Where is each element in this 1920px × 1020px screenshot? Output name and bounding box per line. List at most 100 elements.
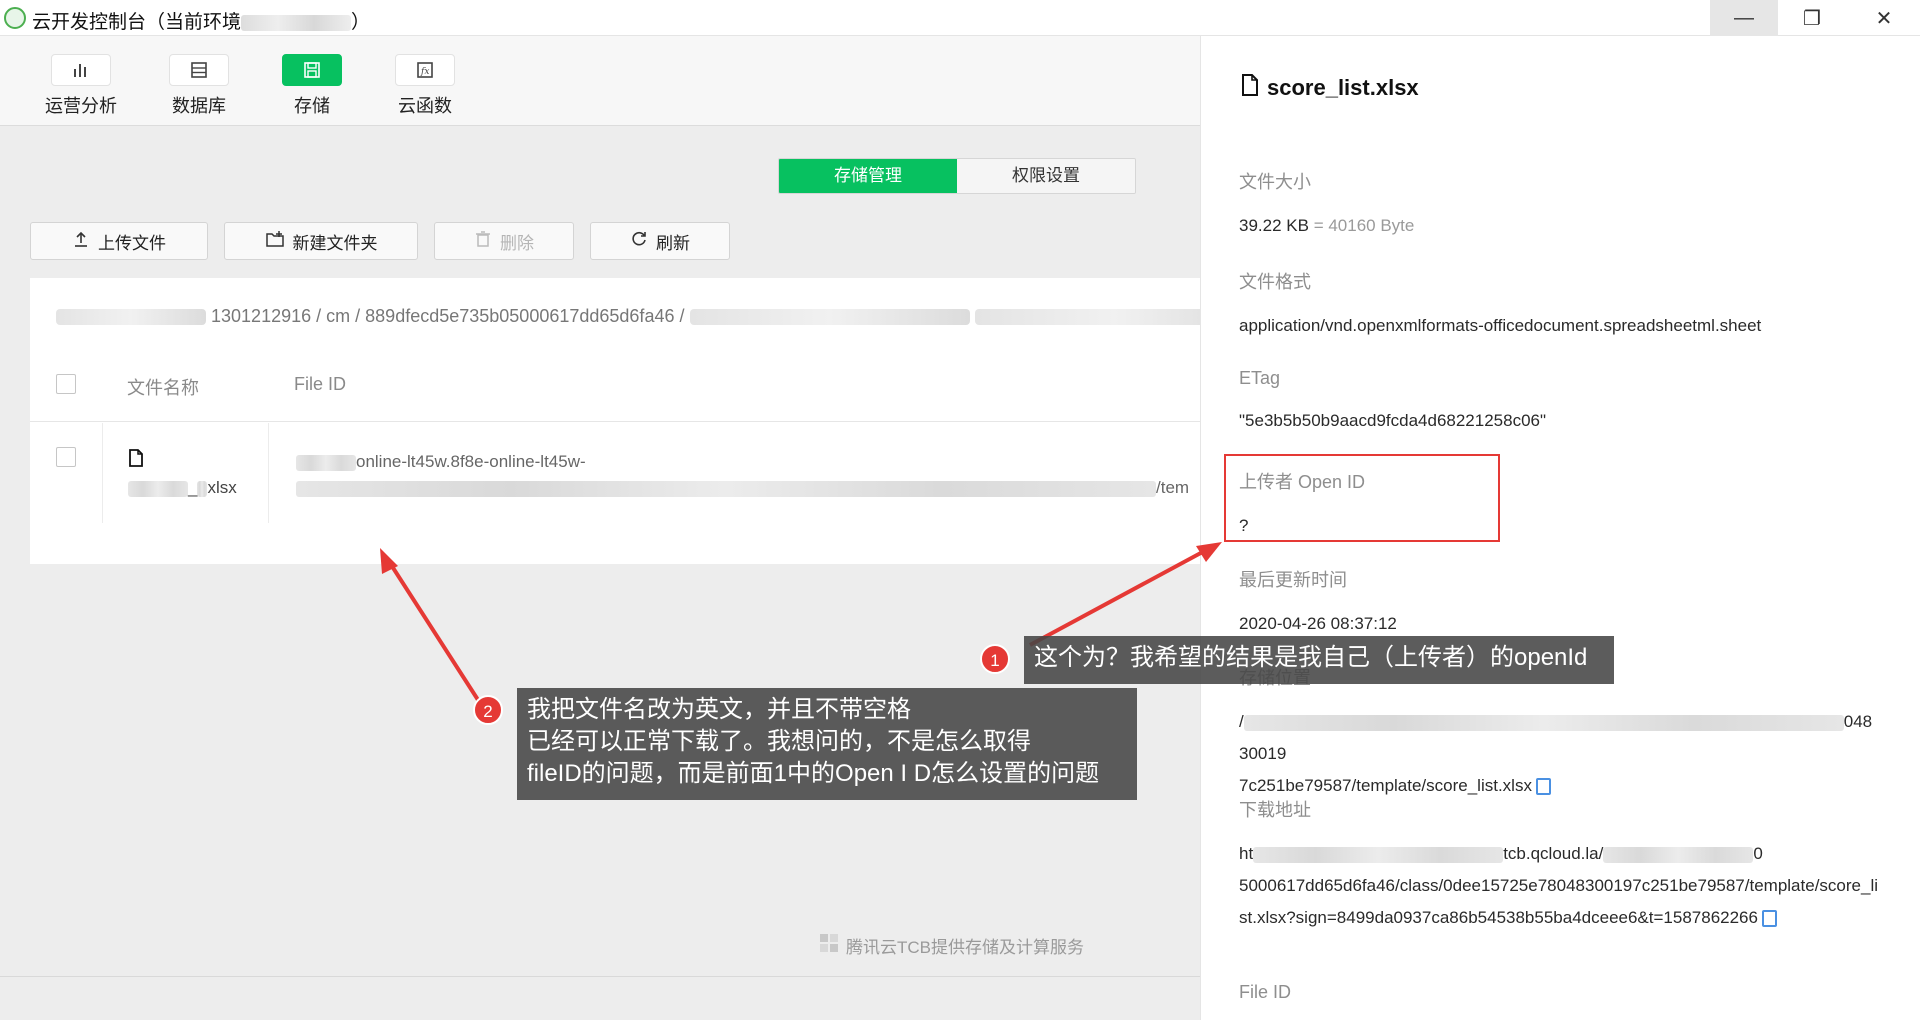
annotation-badge-2: 2: [473, 695, 503, 725]
tencent-cloud-logo-icon: [818, 932, 840, 959]
select-all-checkbox[interactable]: [56, 374, 76, 394]
highlight-box: [1224, 454, 1500, 542]
toolbar-label: 数据库: [172, 96, 226, 116]
download-part: tcb.qcloud.la/: [1503, 844, 1604, 863]
chart-icon: [51, 54, 111, 86]
annotation-text: 我把文件名改为英文，并且不带空格: [527, 696, 911, 723]
download-part: 5000617dd65d6fa46/class/0dee15725e780483…: [1239, 876, 1878, 927]
redacted-text: [197, 480, 208, 497]
refresh-icon: [630, 230, 648, 253]
format-label: 文件格式: [1239, 272, 1311, 292]
updated-field: 最后更新时间 2020-04-26 08:37:12: [1239, 566, 1879, 640]
tab-permission[interactable]: 权限设置: [957, 159, 1135, 193]
file-id-tail: /tem: [1156, 478, 1190, 497]
redacted-text: [1603, 846, 1754, 863]
toolbar-label: 运营分析: [45, 96, 117, 116]
detail-file-name: score_list.xlsx: [1241, 74, 1419, 102]
table-row[interactable]: _ xlsx online-lt45w.8f8e-online-lt45w- /t…: [30, 423, 1200, 523]
tab-storage-manage[interactable]: 存储管理: [779, 159, 957, 193]
format-field: 文件格式 application/vnd.openxmlformats-offi…: [1239, 268, 1879, 342]
redacted-text: [974, 309, 1206, 326]
detail-file-name-text: score_list.xlsx: [1267, 75, 1419, 100]
annotation-text: 已经可以正常下载了。我想问的，不是怎么取得: [527, 728, 1031, 755]
refresh-button[interactable]: 刷新: [590, 222, 730, 260]
storage-tabs: 存储管理 权限设置: [778, 158, 1136, 194]
wechat-devtools-icon: [4, 7, 26, 29]
table-header: 文件名称 File ID: [30, 352, 1200, 422]
upload-file-button[interactable]: 上传文件: [30, 222, 208, 260]
function-icon: fx: [395, 54, 455, 86]
file-icon: [128, 449, 144, 471]
column-header-name[interactable]: 文件名称: [127, 374, 199, 400]
new-folder-icon: [265, 230, 285, 253]
format-value: application/vnd.openxmlformats-officedoc…: [1239, 316, 1762, 335]
delete-button[interactable]: 删除: [434, 222, 574, 260]
annotation-badge-1: 1: [980, 644, 1010, 674]
size-label: 文件大小: [1239, 172, 1311, 192]
size-field: 文件大小 39.22 KB = 40160 Byte: [1239, 168, 1879, 242]
redacted-text: [689, 309, 970, 326]
redacted-text: [56, 309, 206, 326]
download-part: 0: [1753, 844, 1763, 863]
bottom-divider: [0, 976, 1200, 977]
fileid-label: File ID: [1239, 982, 1292, 1002]
size-bytes: = 40160 Byte: [1313, 216, 1415, 235]
location-value: /04830019 7c251be79587/template/score_lis…: [1239, 712, 1873, 796]
updated-label: 最后更新时间: [1239, 570, 1347, 590]
env-name-redacted: [241, 14, 352, 31]
toolbar-storage[interactable]: 存储: [267, 54, 357, 118]
refresh-label: 刷新: [656, 233, 690, 253]
column-divider: [102, 423, 103, 523]
action-bar: 上传文件 新建文件夹 删除 刷新: [30, 222, 730, 260]
redacted-text: [128, 480, 188, 497]
annotation-note-1: 这个为？我希望的结果是我自己（上传者）的openId: [1024, 636, 1614, 684]
location-part: 7c251be79587/template/score_list.xlsx: [1239, 776, 1532, 795]
file-id-cell: online-lt45w.8f8e-online-lt45w- /tem: [296, 449, 1196, 501]
download-value: ht tcb.qcloud.la/0 5000617dd65d6fa46/class…: [1239, 838, 1879, 934]
file-name-cell[interactable]: _ xlsx: [128, 449, 258, 501]
etag-field: ETag "5e3b5b50b9aacd9fcda4d68221258c06": [1239, 368, 1879, 437]
size-value: 39.22 KB: [1239, 216, 1309, 235]
copy-icon[interactable]: [1761, 910, 1777, 928]
download-field: 下载地址 ht tcb.qcloud.la/0 5000617dd65d6fa46/…: [1239, 796, 1879, 934]
file-id-line: online-lt45w.8f8e-online-lt45w-: [356, 452, 586, 471]
trash-icon: [474, 230, 492, 253]
file-icon: [1241, 74, 1259, 102]
column-divider: [268, 423, 269, 523]
breadcrumb-item[interactable]: 1301212916: [211, 306, 311, 326]
new-folder-label: 新建文件夹: [292, 233, 378, 253]
download-label: 下载地址: [1239, 800, 1311, 820]
footer-text: 腾讯云TCB提供存储及计算服务: [846, 938, 1084, 957]
etag-value: "5e3b5b50b9aacd9fcda4d68221258c06": [1239, 411, 1547, 430]
breadcrumb-item[interactable]: 889dfecd5e735b05000617dd65d6fa46: [365, 306, 674, 326]
file-name-suffix: xlsx: [207, 478, 237, 497]
redacted-text: [296, 454, 356, 471]
breadcrumb-item[interactable]: cm: [326, 306, 350, 326]
fileid-field: File ID: [1239, 982, 1879, 1003]
redacted-text: [1253, 846, 1504, 863]
new-folder-button[interactable]: 新建文件夹: [224, 222, 418, 260]
location-field: 存储位置 /048300197c251be79587/template/scor…: [1239, 664, 1879, 802]
row-checkbox[interactable]: [56, 447, 76, 467]
upload-icon: [72, 230, 90, 253]
toolbar-label: 云函数: [398, 96, 452, 116]
toolbar-database[interactable]: 数据库: [154, 54, 244, 118]
column-header-file-id[interactable]: File ID: [294, 374, 346, 395]
database-icon: [169, 54, 229, 86]
annotation-text: 这个为？我希望的结果是我自己（上传者）的openId: [1034, 644, 1588, 671]
minimize-button[interactable]: —: [1710, 0, 1778, 36]
download-part: ht: [1239, 844, 1254, 863]
copy-icon[interactable]: [1535, 778, 1551, 796]
title-bar: 云开发控制台（当前环境） — ❐ ✕: [0, 0, 1920, 36]
window-title: 云开发控制台（当前环境）: [32, 12, 371, 33]
svg-text:fx: fx: [420, 67, 429, 77]
annotation-note-2: 我把文件名改为英文，并且不带空格 已经可以正常下载了。我想问的，不是怎么取得 f…: [517, 688, 1137, 800]
toolbar-analytics[interactable]: 运营分析: [36, 54, 126, 118]
close-button[interactable]: ✕: [1850, 0, 1918, 36]
redacted-text: [296, 480, 1156, 497]
etag-label: ETag: [1239, 368, 1281, 388]
toolbar-cloud-functions[interactable]: fx 云函数: [380, 54, 470, 118]
annotation-text: fileID的问题，而是前面1中的Open I D怎么设置的问题: [527, 760, 1100, 787]
main-toolbar: 运营分析 数据库 存储 fx 云函数: [0, 36, 1200, 126]
maximize-button[interactable]: ❐: [1778, 0, 1846, 36]
